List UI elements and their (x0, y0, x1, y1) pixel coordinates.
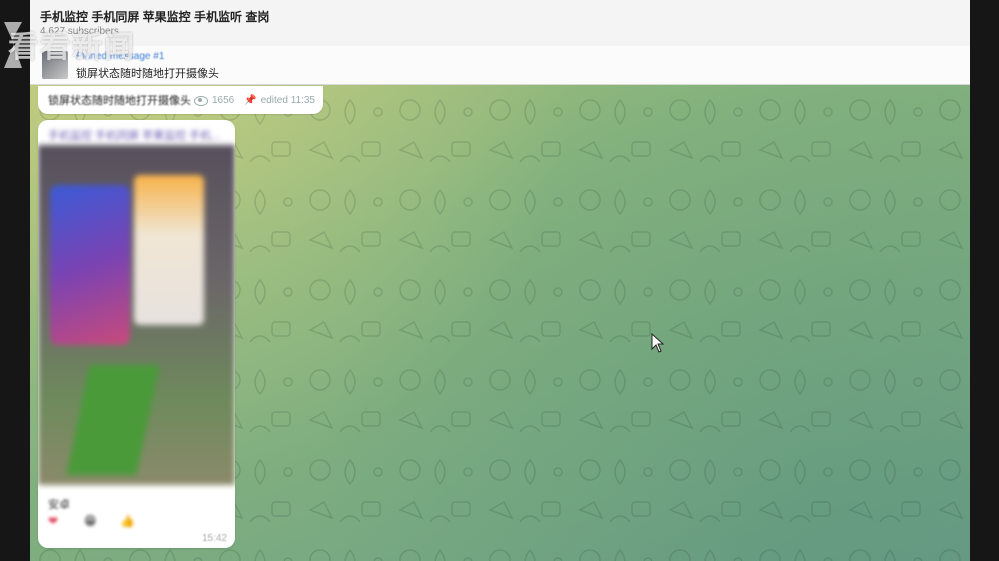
message-bubble[interactable]: 锁屏状态随时随地打开摄像头 1656 📌 edited 11:35 (38, 86, 323, 114)
watermark-text: 看看新闻 (8, 30, 136, 65)
phone-image-left (50, 185, 130, 345)
video-caption: 安卓 (48, 499, 70, 511)
views-count: 1656 (211, 95, 235, 106)
message-text: 锁屏状态随时随地打开摄像头 (48, 95, 191, 107)
edited-label: edited 11:35 (260, 95, 315, 106)
message-time: 15:42 (201, 533, 227, 544)
views-icon (193, 95, 208, 106)
thumbs-up-reaction-icon[interactable]: 👍 (120, 514, 138, 528)
pinned-message-bar[interactable]: Pinned message #1 锁屏状态随时随地打开摄像头 (30, 46, 970, 85)
video-message-bubble[interactable]: 手机监控 手机同屏 苹果监控 手机... 安卓 ❤ 😁 👍 15:42 (38, 120, 235, 548)
heart-reaction-icon[interactable]: ❤ (48, 514, 66, 528)
reactions-row: ❤ 😁 👍 (48, 514, 138, 528)
left-black-border (0, 0, 30, 561)
pinned-text: 锁屏状态随时随地打开摄像头 (76, 68, 219, 80)
green-object (66, 365, 160, 475)
mouse-cursor-icon (651, 333, 665, 353)
grin-reaction-icon[interactable]: 😁 (84, 514, 102, 528)
phone-image-right (134, 175, 204, 325)
forwarded-header: 手机监控 手机同屏 苹果监控 手机... (48, 130, 221, 142)
channel-header[interactable]: 手机监控 手机同屏 苹果监控 手机监听 查岗 4,627 subscribers (30, 0, 970, 47)
video-thumbnail[interactable] (38, 145, 235, 485)
right-black-border (970, 0, 999, 561)
pin-icon: 📌 (244, 95, 257, 106)
message-meta: 1656 📌 edited 11:35 (193, 95, 315, 106)
